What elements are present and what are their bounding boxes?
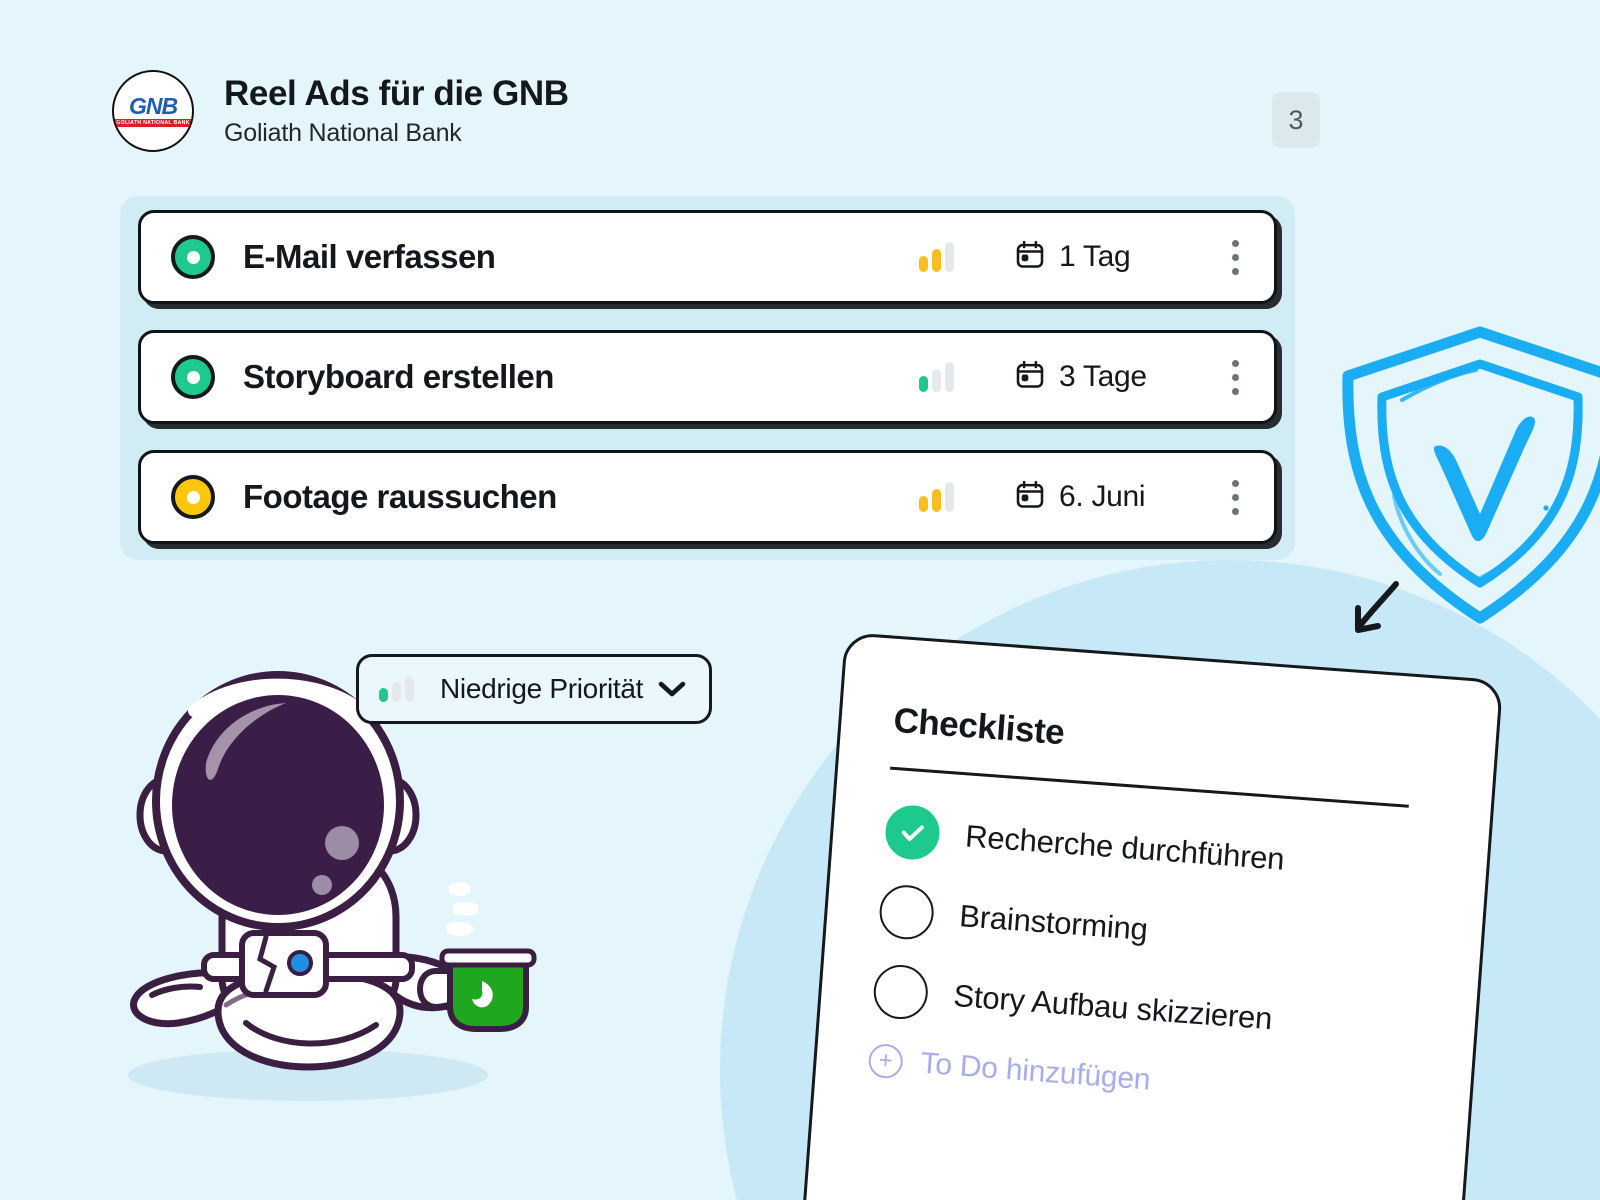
astronaut-with-coffee-illustration [100,655,540,1120]
calendar-icon [1014,359,1046,396]
checkbox-empty-icon[interactable] [877,883,936,942]
checklist-item-label: Brainstorming [958,898,1149,947]
task-title: Storyboard erstellen [243,358,554,395]
table-row[interactable]: Footage raussuchen 6. Juni [138,450,1277,544]
list-item[interactable]: Story Aufbau skizzieren [871,963,1428,1057]
priority-dropdown[interactable]: Niedrige Priorität [356,654,712,724]
logo-band-text: GOLIATH NATIONAL BANK [114,119,192,127]
kebab-menu-icon[interactable] [1218,359,1252,395]
due-date[interactable]: 3 Tage [1014,359,1204,396]
curved-arrow-doodle-icon [1338,580,1404,647]
add-todo-label: To Do hinzufügen [919,1046,1152,1097]
priority-bars-icon[interactable] [919,242,954,272]
table-row[interactable]: Storyboard erstellen 3 Tage [138,330,1277,424]
kebab-menu-icon[interactable] [1218,479,1252,515]
app-canvas: GNB ★ GOLIATH NATIONAL BANK Reel Ads für… [0,0,1600,1200]
status-indicator-icon[interactable] [171,475,215,519]
due-date-text: 3 Tage [1059,360,1147,393]
table-row[interactable]: E-Mail verfassen 1 Tag [138,210,1277,304]
project-header: GNB ★ GOLIATH NATIONAL BANK Reel Ads für… [112,70,569,152]
chevron-down-icon [657,679,687,699]
checklist-items: Recherche durchführen Brainstorming Stor… [867,803,1440,1118]
logo-mark: GNB [128,93,178,119]
checklist-card: Checkliste Recherche durchführen Brainst… [801,632,1504,1200]
checklist-item-label: Recherche durchführen [964,818,1286,877]
plus-circle-icon: + [867,1042,904,1080]
calendar-icon [1014,479,1046,516]
priority-bars-icon [379,676,414,702]
priority-bars-icon[interactable] [919,482,954,512]
priority-dropdown-label: Niedrige Priorität [440,673,644,704]
due-date-text: 1 Tag [1059,240,1131,273]
task-list: E-Mail verfassen 1 Tag Storyboard erstel… [120,196,1295,560]
status-indicator-icon[interactable] [171,235,215,279]
checklist-title: Checkliste [892,700,1066,753]
due-date[interactable]: 6. Juni [1014,479,1204,516]
task-title: E-Mail verfassen [243,238,496,275]
page-subtitle: Goliath National Bank [224,119,462,148]
header-text-group: Reel Ads für die GNB Goliath National Ba… [224,74,569,148]
checkbox-checked-icon[interactable] [883,803,942,862]
due-date-text: 6. Juni [1059,480,1146,513]
checklist-item-label: Story Aufbau skizzieren [952,977,1274,1037]
task-title: Footage raussuchen [243,478,557,515]
checkbox-empty-icon[interactable] [871,963,930,1021]
calendar-icon [1014,239,1046,276]
list-item[interactable]: Recherche durchführen [883,803,1440,898]
task-count-badge: 3 [1272,92,1320,148]
due-date[interactable]: 1 Tag [1014,239,1204,276]
priority-bars-icon[interactable] [919,362,954,392]
gnb-bank-logo-icon: GNB ★ GOLIATH NATIONAL BANK [112,70,194,152]
logo-star-icon: ★ [131,73,143,88]
list-item[interactable]: Brainstorming [877,883,1434,977]
kebab-menu-icon[interactable] [1218,239,1252,275]
add-todo-button[interactable]: + To Do hinzufügen [867,1042,1422,1117]
status-indicator-icon[interactable] [171,355,215,399]
page-title: Reel Ads für die GNB [224,73,569,113]
